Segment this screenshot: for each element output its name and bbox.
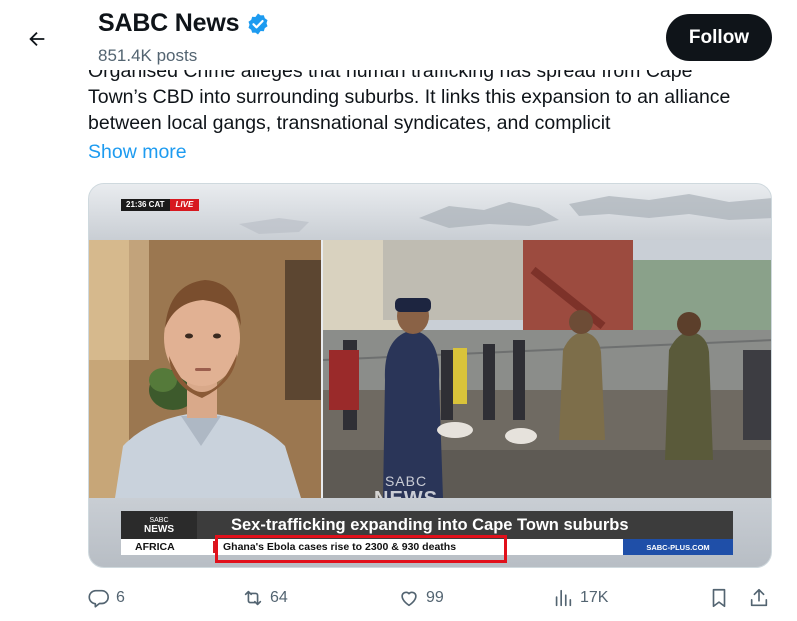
show-more-link[interactable]: Show more (88, 141, 187, 164)
broadcast-backdrop (89, 184, 771, 240)
sabc-news-logo: SABC NEWS (121, 511, 197, 539)
bookmark-button[interactable] (708, 584, 730, 612)
presenter-video-frame (89, 240, 321, 498)
profile-header: SABC News 851.4K posts Follow (0, 0, 797, 70)
bookmark-icon (712, 588, 726, 608)
tweet-text-line: Town’s CBD into surrounding suburbs. It … (88, 86, 731, 108)
views-button[interactable]: 17K (552, 584, 608, 612)
heart-icon (401, 591, 417, 607)
repost-icon (244, 590, 262, 606)
live-badge: LIVE (169, 199, 200, 211)
highlight-box (215, 535, 507, 563)
reply-icon (88, 589, 109, 608)
tweet-video[interactable]: 21:36 CAT LIVE SABC SABC NEWS Sex-traffi… (88, 183, 772, 568)
tweet-text-line: between local gangs, transnational syndi… (88, 112, 611, 134)
repost-count: 64 (270, 589, 288, 606)
share-button[interactable] (748, 584, 770, 612)
arrow-left-icon (29, 31, 45, 47)
follow-button[interactable]: Follow (666, 14, 772, 61)
post-count: 851.4K posts (98, 46, 198, 65)
share-icon (750, 588, 768, 607)
reply-count: 6 (116, 589, 125, 606)
back-button[interactable] (20, 22, 54, 56)
account-name[interactable]: SABC News (98, 9, 270, 38)
logo-name: NEWS (144, 524, 174, 535)
watermark-brand: SABC (384, 473, 428, 489)
reply-button[interactable]: 6 (88, 584, 125, 612)
ticker-region: AFRICA (135, 541, 175, 553)
field-video-frame (323, 240, 771, 498)
like-button[interactable]: 99 (398, 584, 444, 612)
sabc-plus-url: SABC-PLUS.COM (623, 539, 733, 555)
view-count: 17K (580, 589, 609, 606)
broadcast-time: 21:36 CAT (121, 199, 170, 211)
like-count: 99 (426, 589, 444, 606)
headline-text: Sex-trafficking expanding into Cape Town… (231, 515, 629, 534)
verified-badge-icon (248, 13, 268, 34)
repost-button[interactable]: 64 (242, 584, 288, 612)
views-chart-icon (555, 589, 572, 607)
tweet-action-bar: 6 64 99 17K (88, 584, 778, 612)
account-name-text: SABC News (98, 9, 240, 37)
live-time-badge: 21:36 CAT LIVE (121, 199, 200, 211)
